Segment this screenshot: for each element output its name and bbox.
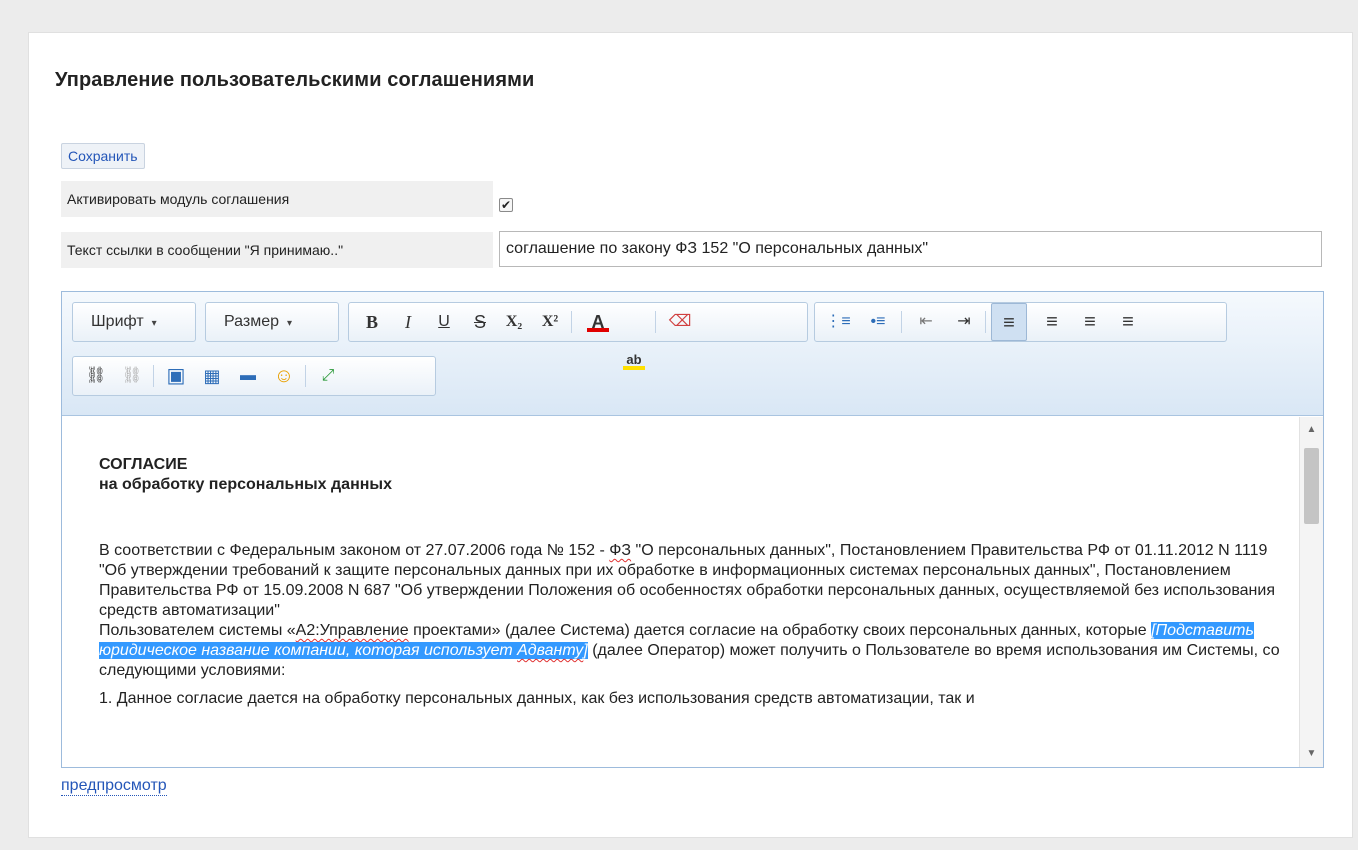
chevron-down-icon: ▾ <box>287 318 293 329</box>
superscript-icon[interactable]: X² <box>535 303 565 341</box>
horizontal-rule-icon[interactable]: ▬ <box>233 357 263 395</box>
indent-icon[interactable]: ⇥ <box>949 303 979 341</box>
subscript-icon[interactable]: X₂ <box>499 303 529 341</box>
fullscreen-icon[interactable]: ⤢ <box>313 357 343 395</box>
scroll-down-icon[interactable]: ▼ <box>1300 743 1323 765</box>
align-left-icon[interactable]: ≡ <box>991 303 1027 341</box>
rich-text-editor: Шрифт ▾ Размер ▾ B I U S X₂ X² A ab ⌫ ⋮≡ •… <box>61 291 1324 768</box>
paragraph-group: ⋮≡ •≡ ⇤ ⇥ ≡ ≡ ≡ ≡ <box>814 302 1227 342</box>
font-color-icon[interactable]: A <box>583 303 613 341</box>
agreement-paragraph-1: В соответствии с Федеральным законом от … <box>99 542 1275 619</box>
toolbar-separator <box>985 311 986 333</box>
agreement-paragraph-2: Пользователем системы «А2:Управление про… <box>99 622 1280 679</box>
link-text-label: Текст ссылки в сообщении "Я принимаю.." <box>61 232 493 268</box>
highlight-color-icon[interactable]: ab <box>619 341 649 379</box>
editor-content[interactable]: СОГЛАСИЕ на обработку персональных данны… <box>62 417 1299 767</box>
editor-scrollbar[interactable]: ▲ ▼ <box>1299 417 1323 767</box>
settings-card: Управление пользовательскими соглашениям… <box>28 32 1353 838</box>
outdent-icon[interactable]: ⇤ <box>911 303 941 341</box>
image-icon[interactable]: ▣ <box>161 357 191 395</box>
page-title: Управление пользовательскими соглашениям… <box>55 69 535 91</box>
unlink-icon[interactable]: ⛓ <box>117 357 147 395</box>
bullet-list-icon[interactable]: •≡ <box>863 303 893 341</box>
activate-module-checkbox[interactable]: ✔ <box>499 198 513 212</box>
eraser-icon[interactable]: ⌫ <box>665 303 695 341</box>
insert-group: ⛓ ⛓ ▣ ▦ ▬ ☺ ⤢ <box>72 356 436 396</box>
align-right-icon[interactable]: ≡ <box>1075 303 1105 341</box>
ordered-list-icon[interactable]: ⋮≡ <box>823 303 853 341</box>
align-justify-icon[interactable]: ≡ <box>1113 303 1143 341</box>
underline-icon[interactable]: U <box>429 303 459 341</box>
toolbar-separator <box>571 311 572 333</box>
format-group: B I U S X₂ X² A ab ⌫ <box>348 302 808 370</box>
italic-icon[interactable]: I <box>393 303 423 341</box>
bold-icon[interactable]: B <box>357 303 387 341</box>
activate-module-label: Активировать модуль соглашения <box>61 181 493 217</box>
font-family-combo[interactable]: Шрифт ▾ <box>72 302 196 342</box>
scroll-thumb[interactable] <box>1304 448 1319 524</box>
toolbar-separator <box>305 365 306 387</box>
font-size-combo[interactable]: Размер ▾ <box>205 302 339 342</box>
editor-toolbar: Шрифт ▾ Размер ▾ B I U S X₂ X² A ab ⌫ ⋮≡ •… <box>62 292 1323 416</box>
table-icon[interactable]: ▦ <box>197 357 227 395</box>
toolbar-separator <box>901 311 902 333</box>
agreement-title: СОГЛАСИЕ <box>99 456 188 473</box>
align-center-icon[interactable]: ≡ <box>1037 303 1067 341</box>
agreement-subtitle: на обработку персональных данных <box>99 476 392 493</box>
link-text-input[interactable] <box>499 231 1322 267</box>
font-family-combo-label: Шрифт <box>91 313 144 330</box>
scroll-up-icon[interactable]: ▲ <box>1300 419 1323 441</box>
preview-link[interactable]: предпросмотр <box>61 777 167 796</box>
chevron-down-icon: ▾ <box>151 318 157 329</box>
strikethrough-icon[interactable]: S <box>465 303 495 341</box>
link-icon[interactable]: ⛓ <box>81 357 111 395</box>
save-button[interactable]: Сохранить <box>61 143 145 169</box>
toolbar-separator <box>153 365 154 387</box>
smiley-icon[interactable]: ☺ <box>269 357 299 395</box>
toolbar-separator <box>655 311 656 333</box>
agreement-paragraph-3: 1. Данное согласие дается на обработку п… <box>99 690 975 707</box>
font-size-combo-label: Размер <box>224 313 279 330</box>
